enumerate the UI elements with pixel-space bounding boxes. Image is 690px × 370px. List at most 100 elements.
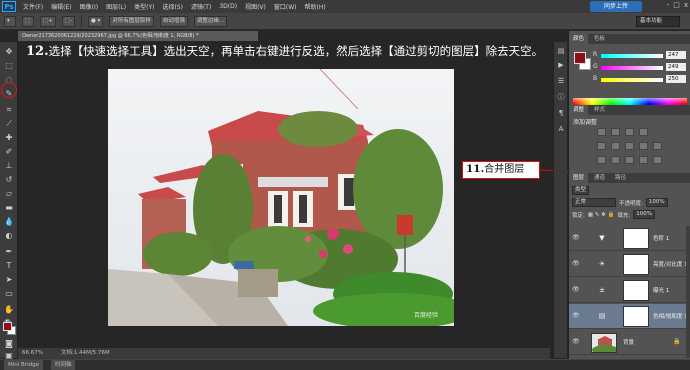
layer-name[interactable]: 亮度/对比度 1 — [653, 260, 688, 268]
workspace-select[interactable]: 基本功能 — [636, 16, 680, 27]
vibrance-adj-icon[interactable] — [597, 142, 606, 150]
layers-scrollbar[interactable] — [686, 226, 690, 358]
background-thumbnail[interactable] — [591, 333, 617, 353]
add-selection-button[interactable]: ⬚+ — [40, 15, 56, 27]
blue-slider-track[interactable] — [601, 78, 663, 82]
red-slider[interactable]: R 247 — [593, 51, 688, 60]
tab-mini-bridge[interactable]: Mini Bridge — [4, 360, 43, 370]
invert-adj-icon[interactable] — [597, 156, 606, 164]
visibility-eye-icon[interactable]: 👁 — [572, 286, 580, 293]
green-slider[interactable]: G 249 — [593, 63, 688, 72]
zoom-level[interactable]: 66.67% — [22, 348, 43, 359]
blend-mode-select[interactable]: 正常 — [572, 198, 616, 207]
info-icon[interactable]: ⓘ — [556, 92, 566, 102]
menu-edit[interactable]: 编辑(E) — [47, 2, 75, 11]
layer-filter-select[interactable]: 类型 — [572, 186, 590, 195]
visibility-eye-icon[interactable]: 👁 — [572, 260, 580, 267]
selective-color-adj-icon[interactable] — [653, 156, 662, 164]
layer-name[interactable]: 色阶 1 — [653, 234, 669, 242]
eraser-tool-icon[interactable]: ▱ — [3, 188, 15, 200]
history-brush-tool-icon[interactable]: ↺ — [3, 174, 15, 186]
opacity-field[interactable]: 100% — [645, 198, 668, 207]
auto-enhance-checkbox[interactable]: 自动增强 — [159, 15, 188, 27]
crop-tool-icon[interactable]: ⌗ — [3, 104, 15, 116]
visibility-eye-icon[interactable]: 👁 — [572, 338, 580, 345]
clone-stamp-tool-icon[interactable]: ⊥ — [3, 160, 15, 172]
subtract-selection-button[interactable]: ⬚- — [61, 15, 75, 27]
paragraph-icon[interactable]: ¶ — [556, 108, 566, 118]
menu-filter[interactable]: 滤镜(T) — [187, 2, 215, 11]
blue-slider[interactable]: B 250 — [593, 75, 688, 84]
close-button[interactable]: x — [684, 1, 688, 9]
menu-window[interactable]: 窗口(W) — [270, 2, 301, 11]
tab-color[interactable]: 颜色 — [569, 34, 589, 44]
menu-layer[interactable]: 图层(L) — [102, 2, 130, 11]
minimize-button[interactable]: - — [667, 1, 670, 9]
pen-tool-icon[interactable]: ✒ — [3, 246, 15, 258]
brush-tool-icon[interactable]: ✐ — [3, 146, 15, 158]
lock-icons[interactable]: ▦ ✎ ✥ 🔒 — [588, 212, 615, 218]
layer-row-background[interactable]: 👁 背景 🔒 — [569, 330, 690, 355]
menu-file[interactable]: 文件(F) — [19, 2, 47, 11]
threshold-adj-icon[interactable] — [625, 156, 634, 164]
menu-type[interactable]: 类型(Y) — [130, 2, 158, 11]
panel-foreground-swatch[interactable] — [574, 52, 586, 64]
menu-3d[interactable]: 3D(D) — [215, 3, 241, 10]
blue-value-field[interactable]: 250 — [666, 75, 686, 83]
menu-select[interactable]: 选择(S) — [158, 2, 187, 11]
foreground-color-swatch[interactable] — [3, 322, 12, 331]
new-selection-button[interactable]: ⬚ — [22, 15, 34, 27]
properties-icon[interactable]: ☰ — [556, 76, 566, 86]
gradient-map-adj-icon[interactable] — [639, 156, 648, 164]
levels-adj-icon[interactable] — [611, 128, 620, 136]
layer-row-exposure[interactable]: 👁 ± 曝光 1 — [569, 278, 690, 303]
layer-name[interactable]: 曝光 1 — [653, 286, 669, 294]
blur-tool-icon[interactable]: 💧 — [3, 216, 15, 228]
menu-help[interactable]: 帮助(H) — [301, 2, 330, 11]
document-tab[interactable]: Owner2173620061229/20232967.jpg @ 66.7%(… — [18, 31, 258, 41]
character-icon[interactable]: A — [556, 124, 566, 134]
red-slider-track[interactable] — [601, 54, 663, 58]
actions-icon[interactable]: ▶ — [556, 60, 566, 70]
sample-all-layers-checkbox[interactable]: 对所有图层取样 — [109, 15, 154, 27]
color-balance-adj-icon[interactable] — [625, 142, 634, 150]
layer-mask-thumbnail[interactable] — [623, 306, 649, 327]
layer-row-brightness-contrast[interactable]: 👁 ☀ 亮度/对比度 1 — [569, 252, 690, 277]
photo-filter-adj-icon[interactable] — [653, 142, 662, 150]
layer-row-levels[interactable]: 👁 ▼ 色阶 1 — [569, 226, 690, 251]
marquee-tool-icon[interactable]: ⬚ — [3, 60, 15, 72]
menu-image[interactable]: 图像(I) — [76, 2, 102, 11]
red-value-field[interactable]: 247 — [666, 51, 686, 59]
brush-size-picker[interactable]: ● ▾ — [88, 15, 104, 27]
tab-adjustments[interactable]: 调整 — [569, 105, 589, 115]
sync-upload-button[interactable]: 同步上传 — [590, 1, 642, 12]
tab-paths[interactable]: 路径 — [611, 173, 630, 183]
green-slider-track[interactable] — [601, 66, 663, 70]
layer-row-hue-saturation[interactable]: 👁 ▤ 色相/饱和度 1 — [569, 304, 690, 329]
shape-tool-icon[interactable]: ▭ — [3, 288, 15, 300]
tab-layers[interactable]: 图层 — [569, 173, 589, 183]
layer-name[interactable]: 色相/饱和度 1 — [653, 312, 688, 320]
tab-timeline[interactable]: 时间轴 — [50, 360, 76, 370]
exposure-adj-icon[interactable] — [639, 128, 648, 136]
visibility-eye-icon[interactable]: 👁 — [572, 234, 580, 241]
tab-swatches[interactable]: 色板 — [590, 34, 609, 44]
fill-field[interactable]: 100% — [633, 210, 655, 219]
layer-mask-thumbnail[interactable] — [623, 280, 649, 301]
move-tool-icon[interactable]: ✥ — [3, 46, 15, 58]
tool-preset-picker[interactable]: ▾ — [4, 15, 16, 27]
hand-tool-icon[interactable]: ✋ — [3, 304, 15, 316]
tab-channels[interactable]: 通道 — [590, 173, 609, 183]
healing-brush-tool-icon[interactable]: ✚ — [3, 132, 15, 144]
menu-view[interactable]: 视图(V) — [241, 2, 270, 11]
path-selection-tool-icon[interactable]: ➤ — [3, 274, 15, 286]
brightness-contrast-adj-icon[interactable] — [597, 128, 606, 136]
refine-edge-button[interactable]: 调整边缘... — [193, 15, 228, 27]
layer-mask-thumbnail[interactable] — [623, 228, 649, 249]
posterize-adj-icon[interactable] — [611, 156, 620, 164]
tab-styles[interactable]: 样式 — [590, 105, 609, 115]
history-icon[interactable]: ▤ — [556, 46, 566, 56]
layer-name[interactable]: 背景 — [623, 338, 634, 346]
quick-mask-icon[interactable]: ◙ — [3, 338, 15, 350]
house-photo[interactable] — [108, 69, 454, 326]
